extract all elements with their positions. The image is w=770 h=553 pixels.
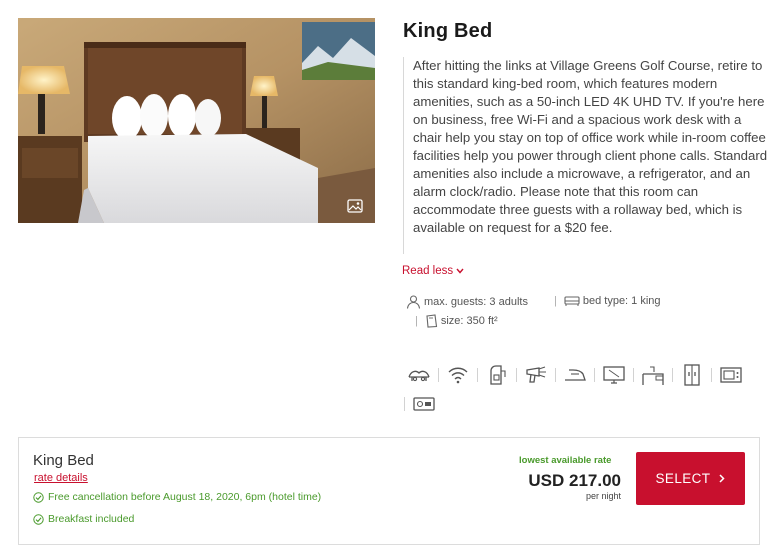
perk-breakfast: Breakfast included <box>33 513 134 525</box>
desk-icon <box>638 364 668 386</box>
gallery-icon[interactable] <box>347 199 363 213</box>
bed-type-text: bed type: 1 king <box>582 295 661 307</box>
rate-title: King Bed <box>33 452 94 469</box>
rate-details-link[interactable]: rate details <box>34 472 88 484</box>
amenities-row <box>404 364 746 386</box>
coffee-maker-icon <box>482 364 512 386</box>
check-circle-icon <box>33 513 44 525</box>
bed-icon <box>564 296 580 306</box>
refrigerator-icon <box>677 364 707 386</box>
perk-text: Free cancellation before August 18, 2020… <box>48 491 322 503</box>
select-button[interactable]: SELECT <box>636 452 745 505</box>
room-photo-illustration <box>18 18 375 223</box>
per-night-label: per night <box>585 491 621 501</box>
room-title: King Bed <box>403 20 493 42</box>
select-label: SELECT <box>655 471 711 486</box>
size-text: size: 350 ft² <box>440 315 498 327</box>
room-description: After hitting the links at Village Green… <box>403 57 770 254</box>
size-feature: | size: 350 ft² <box>415 314 498 328</box>
room-photo[interactable] <box>18 18 375 223</box>
rollaway-bed-icon <box>404 364 434 386</box>
person-icon <box>406 295 421 309</box>
hair-dryer-icon <box>521 364 551 386</box>
chevron-right-icon <box>719 474 726 483</box>
iron-icon <box>560 364 590 386</box>
microwave-icon <box>716 364 746 386</box>
room-size-icon <box>426 314 437 328</box>
rate-card: King Bed rate details Free cancellation … <box>18 437 760 545</box>
amenities-row-2 <box>404 393 439 415</box>
read-less-link[interactable]: Read less <box>402 265 464 277</box>
lowest-rate-label: lowest available rate <box>519 455 612 466</box>
max-guests-text: max. guests: 3 adults <box>424 296 528 308</box>
tv-icon <box>599 364 629 386</box>
check-circle-icon <box>33 491 44 503</box>
read-less-label: Read less <box>402 265 454 277</box>
bed-type-feature: | bed type: 1 king <box>554 295 661 307</box>
max-guests-feature: max. guests: 3 adults <box>406 295 528 309</box>
perk-text: Breakfast included <box>48 513 135 525</box>
wifi-icon <box>443 364 473 386</box>
alarm-clock-radio-icon <box>409 393 439 415</box>
price: USD 217.00 <box>528 471 621 490</box>
chevron-down-icon <box>456 268 464 274</box>
perk-free-cancellation: Free cancellation before August 18, 2020… <box>33 491 321 503</box>
